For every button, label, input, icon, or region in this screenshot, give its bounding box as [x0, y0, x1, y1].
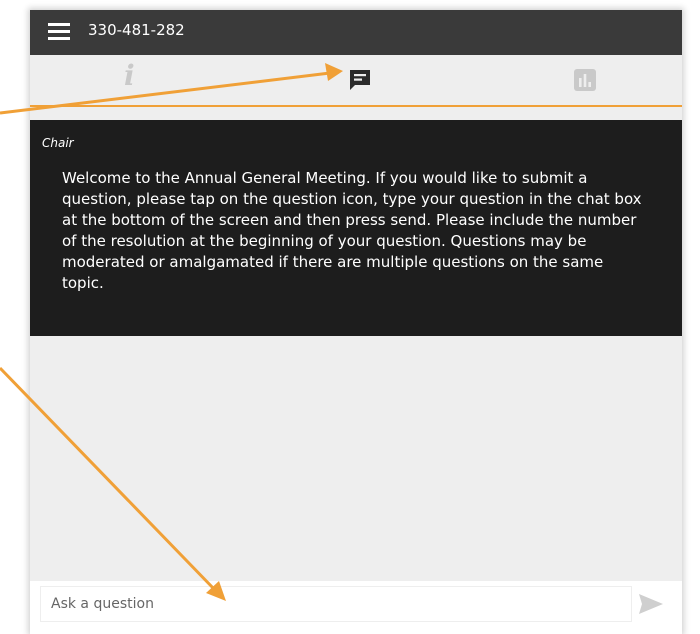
bar-chart-icon [574, 69, 596, 91]
question-composer [30, 581, 682, 634]
app-window: 330-481-282 i Chair Welcome to the Annua… [30, 10, 682, 634]
tab-info[interactable]: i [102, 55, 162, 105]
message-text: Welcome to the Annual General Meeting. I… [62, 169, 642, 292]
send-icon [639, 594, 663, 614]
message-feed[interactable]: Chair Welcome to the Annual General Meet… [30, 107, 682, 585]
send-button[interactable] [636, 591, 666, 621]
chat-bubble-icon [350, 70, 370, 90]
tab-questions[interactable] [330, 55, 390, 105]
app-header: 330-481-282 [30, 10, 682, 55]
message-sender: Chair [42, 136, 74, 150]
hamburger-menu-icon[interactable] [48, 23, 70, 41]
tab-bar: i [30, 55, 682, 107]
meeting-id: 330-481-282 [88, 21, 185, 39]
ask-question-input[interactable] [40, 586, 632, 622]
info-icon: i [124, 59, 135, 92]
chair-message: Chair Welcome to the Annual General Meet… [30, 120, 682, 336]
tab-polls[interactable] [555, 55, 615, 105]
screenshot-stage: 330-481-282 i Chair Welcome to the Annua… [0, 0, 700, 634]
